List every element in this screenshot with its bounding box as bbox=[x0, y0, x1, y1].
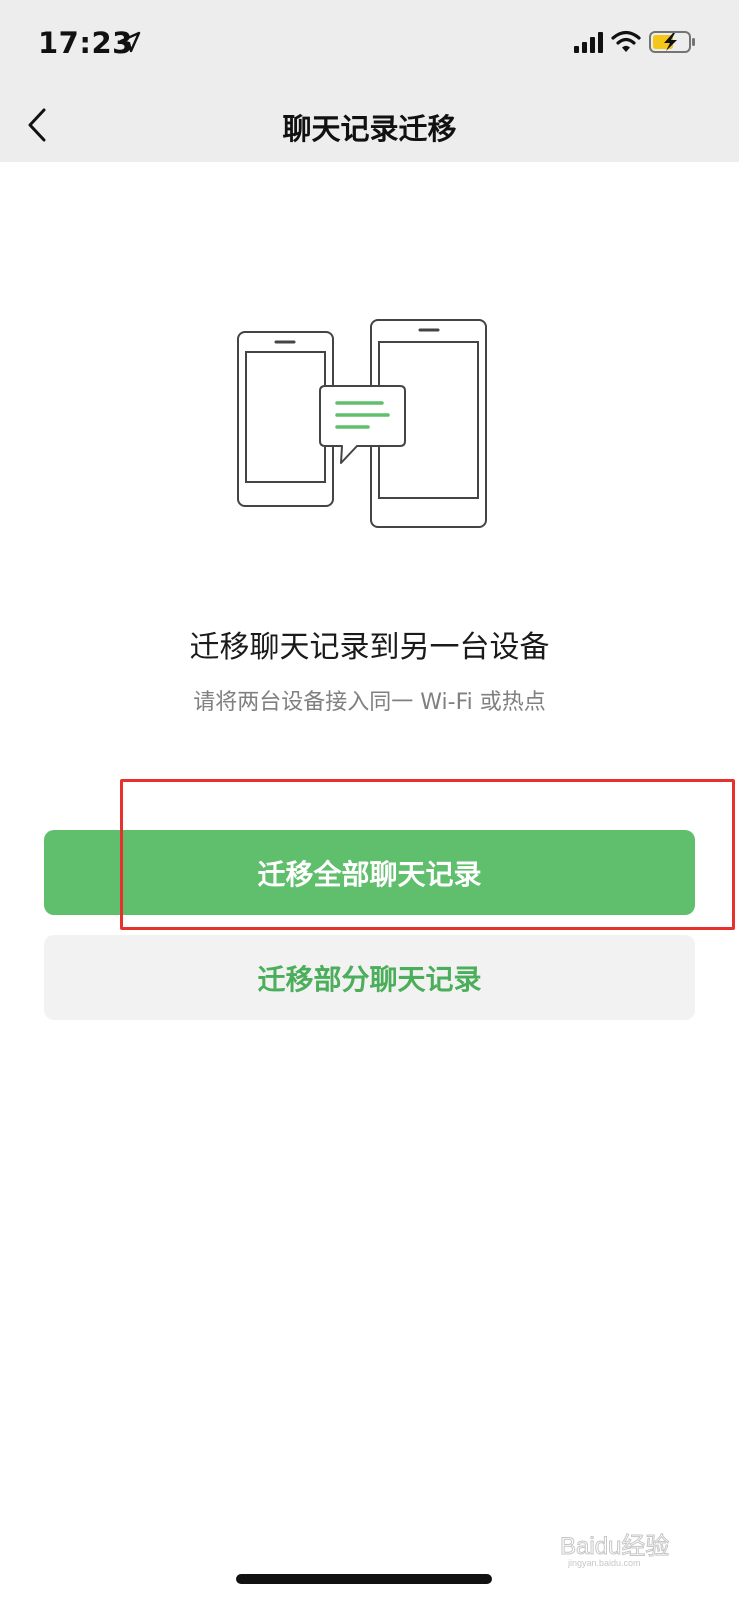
instruction-text: 请将两台设备接入同一 Wi-Fi 或热点 bbox=[193, 690, 546, 715]
svg-text:jingyan.baidu.com: jingyan.baidu.com bbox=[567, 1558, 641, 1568]
migrate-partial-button[interactable]: 迁移部分聊天记录 bbox=[44, 935, 695, 1020]
location-arrow-icon bbox=[119, 31, 141, 53]
headline: 迁移聊天记录到另一台设备 bbox=[189, 630, 550, 665]
battery-charging-icon bbox=[649, 31, 695, 53]
migrate-all-button[interactable]: 迁移全部聊天记录 bbox=[44, 830, 695, 915]
nav-bar: 聊天记录迁移 bbox=[0, 88, 739, 162]
status-bar: 17:23 bbox=[0, 0, 739, 88]
svg-text:Baidu经验: Baidu经验 bbox=[560, 1533, 669, 1560]
baidu-jingyan-watermark: Baidu经验 jingyan.baidu.com bbox=[560, 1533, 670, 1569]
page-title: 聊天记录迁移 bbox=[282, 112, 457, 146]
wifi-icon bbox=[611, 30, 641, 52]
home-indicator bbox=[236, 1574, 492, 1584]
cellular-signal-icon bbox=[574, 32, 603, 53]
phone-transfer-illustration bbox=[237, 319, 487, 528]
